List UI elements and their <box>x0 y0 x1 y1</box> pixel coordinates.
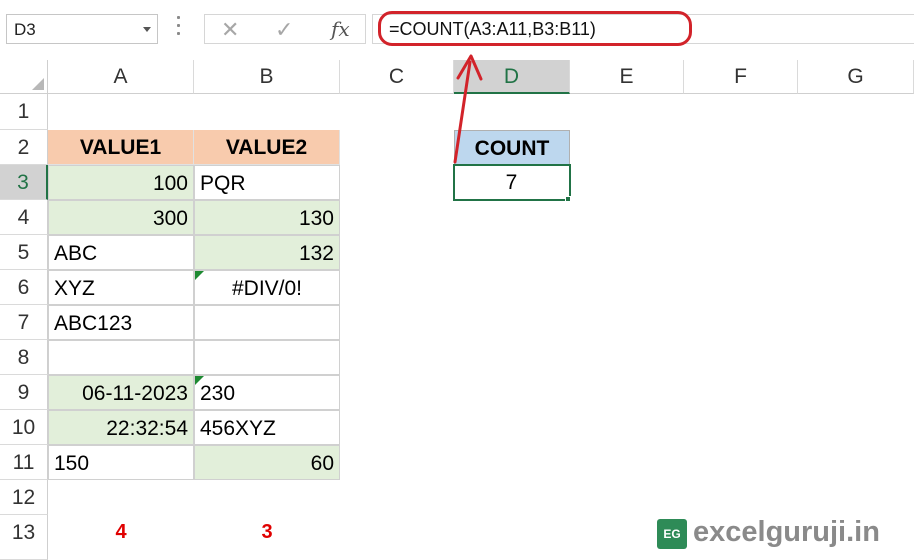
select-all-icon <box>32 78 44 90</box>
column-header-g[interactable]: G <box>798 60 914 94</box>
enter-check-icon[interactable]: ✓ <box>275 17 293 43</box>
row-header-5[interactable]: 5 <box>0 235 48 270</box>
cell-a4[interactable]: 300 <box>48 200 194 235</box>
cell-a3[interactable]: 100 <box>48 165 194 200</box>
row-header-4[interactable]: 4 <box>0 200 48 235</box>
formula-buttons: ✕ ✓ fx <box>204 14 366 44</box>
select-all-corner[interactable] <box>0 60 48 94</box>
fill-handle[interactable] <box>565 196 571 202</box>
row-header-3[interactable]: 3 <box>0 165 48 200</box>
formula-highlight-outline <box>378 11 692 46</box>
cell-a5[interactable]: ABC <box>48 235 194 270</box>
cell-a13[interactable]: 4 <box>48 515 194 550</box>
row-header-7[interactable]: 7 <box>0 305 48 340</box>
cell-b9[interactable]: 230 <box>194 375 340 410</box>
logo-text: excelguruji.in <box>693 516 880 548</box>
cell-a11[interactable]: 150 <box>48 445 194 480</box>
cell-b10[interactable]: 456XYZ <box>194 410 340 445</box>
formula-bar: D3 ✕ ✓ fx =COUNT(A3:A11,B3:B11) <box>0 0 914 60</box>
logo-mark: EG <box>657 519 687 549</box>
row-header-9[interactable]: 9 <box>0 375 48 410</box>
row-header-11[interactable]: 11 <box>0 445 48 480</box>
row-header-13[interactable]: 13 <box>0 515 48 560</box>
cell-b9-value: 230 <box>200 382 236 405</box>
cell-b3[interactable]: PQR <box>194 165 340 200</box>
cancel-icon[interactable]: ✕ <box>221 17 239 43</box>
drag-handle-icon[interactable] <box>176 16 182 40</box>
error-indicator-icon[interactable] <box>195 271 204 280</box>
cell-a8[interactable] <box>48 340 194 375</box>
column-header-f[interactable]: F <box>684 60 798 94</box>
row-header-2[interactable]: 2 <box>0 130 48 165</box>
row-header-1[interactable]: 1 <box>0 94 48 130</box>
column-header-d[interactable]: D <box>454 60 570 94</box>
cell-b7[interactable] <box>194 305 340 340</box>
cell-a10[interactable]: 22:32:54 <box>48 410 194 445</box>
active-cell-outline <box>453 164 571 201</box>
cell-b6-value: #DIV/0! <box>231 277 303 300</box>
insert-function-icon[interactable]: fx <box>331 17 350 41</box>
name-box-value: D3 <box>14 20 36 39</box>
cell-b11[interactable]: 60 <box>194 445 340 480</box>
cell-a2[interactable]: VALUE1 <box>48 130 194 165</box>
cell-b2[interactable]: VALUE2 <box>194 130 340 165</box>
row-header-10[interactable]: 10 <box>0 410 48 445</box>
worksheet-grid: A B C D E F G 1 2 3 4 5 6 7 8 9 10 11 12… <box>0 60 914 560</box>
cell-a9[interactable]: 06-11-2023 <box>48 375 194 410</box>
error-indicator-icon[interactable] <box>195 376 204 385</box>
chevron-down-icon[interactable] <box>143 27 151 32</box>
row-header-8[interactable]: 8 <box>0 340 48 375</box>
cell-b4[interactable]: 130 <box>194 200 340 235</box>
cell-b6[interactable]: #DIV/0! <box>194 270 340 305</box>
row-header-12[interactable]: 12 <box>0 480 48 515</box>
column-header-e[interactable]: E <box>570 60 684 94</box>
column-header-b[interactable]: B <box>194 60 340 94</box>
row-header-6[interactable]: 6 <box>0 270 48 305</box>
cell-b8[interactable] <box>194 340 340 375</box>
cell-b5[interactable]: 132 <box>194 235 340 270</box>
column-header-c[interactable]: C <box>340 60 454 94</box>
column-header-a[interactable]: A <box>48 60 194 94</box>
cell-a7[interactable]: ABC123 <box>48 305 194 340</box>
cell-a6[interactable]: XYZ <box>48 270 194 305</box>
cell-d2[interactable]: COUNT <box>454 130 570 165</box>
name-box[interactable]: D3 <box>6 14 158 44</box>
cell-b13[interactable]: 3 <box>194 515 340 550</box>
